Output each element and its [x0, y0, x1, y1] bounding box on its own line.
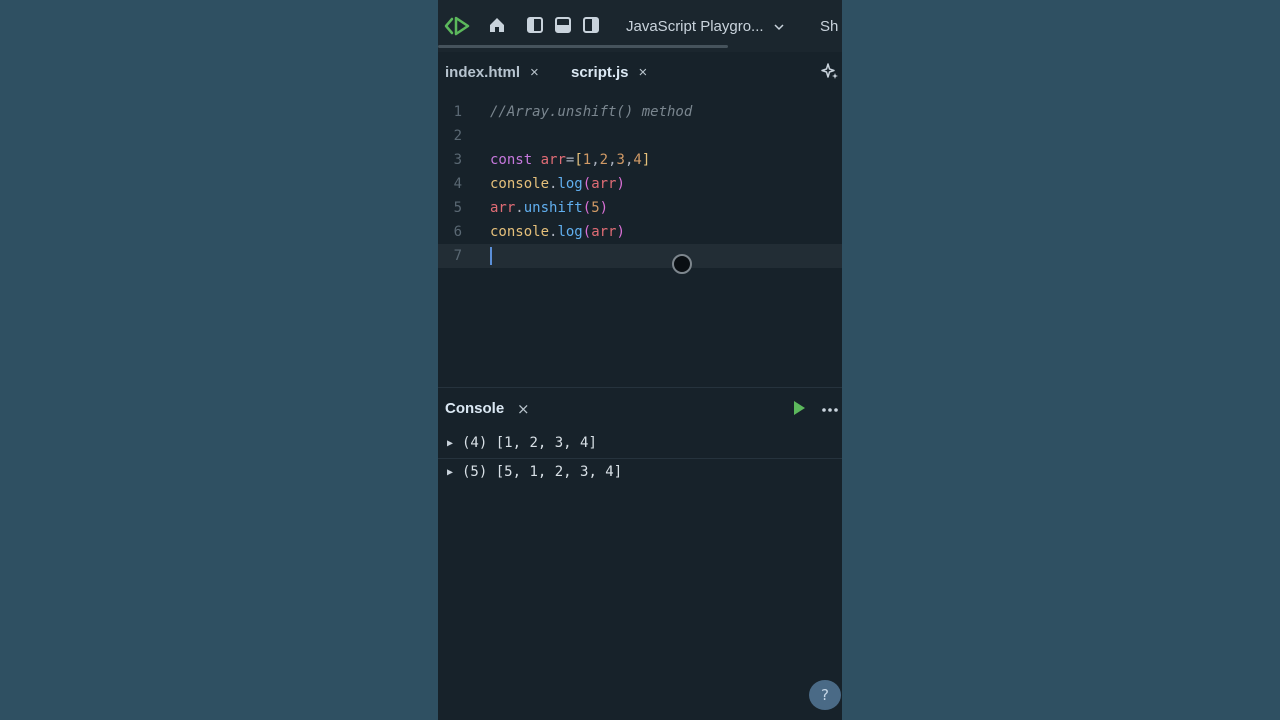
- log-value: [1, 2, 3, 4]: [495, 435, 597, 451]
- logo-icon[interactable]: [444, 14, 472, 38]
- expand-triangle-icon[interactable]: ▶: [447, 458, 453, 487]
- expand-triangle-icon[interactable]: ▶: [447, 429, 453, 458]
- playground-app: JavaScript Playgro... Sh index.html × scr…: [438, 0, 842, 720]
- code-line: 3 const arr=[1,2,3,4]: [438, 148, 842, 172]
- log-text: (4) [1, 2, 3, 4]: [462, 429, 597, 458]
- layout-bottom-icon[interactable]: [554, 16, 572, 34]
- line-number: 6: [453, 224, 462, 240]
- console-panel: Console × ▶ (4) [1, 2, 3, 4] ▶ (5) [5, 1…: [438, 387, 842, 720]
- toolbar-scrollbar[interactable]: [438, 45, 728, 48]
- code-text: console.log(arr): [490, 176, 625, 192]
- code-line: 5 arr.unshift(5): [438, 196, 842, 220]
- code-text: const arr=[1,2,3,4]: [490, 152, 651, 168]
- code-editor[interactable]: 1 //Array.unshift() method 2 3 const arr…: [438, 96, 842, 386]
- line-number: 7: [453, 248, 462, 264]
- log-count: (5): [462, 464, 488, 480]
- close-icon[interactable]: ×: [530, 64, 539, 81]
- project-name: JavaScript Playgro...: [626, 18, 764, 35]
- touch-cursor-icon: [672, 254, 692, 274]
- layout-left-icon[interactable]: [526, 16, 544, 34]
- text-caret: [490, 247, 492, 265]
- line-number: 2: [453, 128, 462, 144]
- code-line: 1 //Array.unshift() method: [438, 100, 842, 124]
- code-line-current: 7: [438, 244, 842, 268]
- sparkle-icon[interactable]: [820, 62, 840, 86]
- close-icon[interactable]: ×: [517, 400, 530, 418]
- more-options-icon[interactable]: [821, 398, 839, 417]
- console-title: Console: [445, 400, 505, 417]
- log-value: [5, 1, 2, 3, 4]: [495, 464, 623, 480]
- line-number: 3: [453, 152, 462, 168]
- line-number: 5: [453, 200, 462, 216]
- code-line: 4 console.log(arr): [438, 172, 842, 196]
- code-line: 6 console.log(arr): [438, 220, 842, 244]
- tab-script-js[interactable]: script.js ×: [571, 64, 647, 81]
- help-button[interactable]: ?: [809, 680, 841, 710]
- code-comment: //Array.unshift() method: [490, 104, 693, 120]
- line-number: 1: [453, 104, 462, 120]
- home-icon[interactable]: [488, 16, 506, 34]
- top-toolbar: JavaScript Playgro... Sh: [438, 0, 842, 53]
- layout-right-icon[interactable]: [582, 16, 600, 34]
- console-log-entry[interactable]: ▶ (4) [1, 2, 3, 4]: [438, 429, 842, 459]
- share-button[interactable]: Sh: [820, 18, 838, 35]
- code-text: arr.unshift(5): [490, 200, 609, 216]
- tab-index-html[interactable]: index.html ×: [445, 64, 539, 81]
- code-text: console.log(arr): [490, 224, 625, 240]
- project-name-dropdown[interactable]: JavaScript Playgro...: [626, 18, 784, 35]
- log-text: (5) [5, 1, 2, 3, 4]: [462, 458, 622, 487]
- chevron-down-icon: [774, 18, 784, 35]
- log-count: (4): [462, 435, 488, 451]
- tab-label: script.js: [571, 64, 629, 81]
- file-tabs: index.html × script.js ×: [438, 52, 842, 94]
- close-icon[interactable]: ×: [639, 64, 648, 81]
- line-number: 4: [453, 176, 462, 192]
- run-icon[interactable]: [792, 400, 806, 420]
- tab-label: index.html: [445, 64, 521, 81]
- console-log-entry[interactable]: ▶ (5) [5, 1, 2, 3, 4]: [438, 458, 842, 487]
- code-line: 2: [438, 124, 842, 148]
